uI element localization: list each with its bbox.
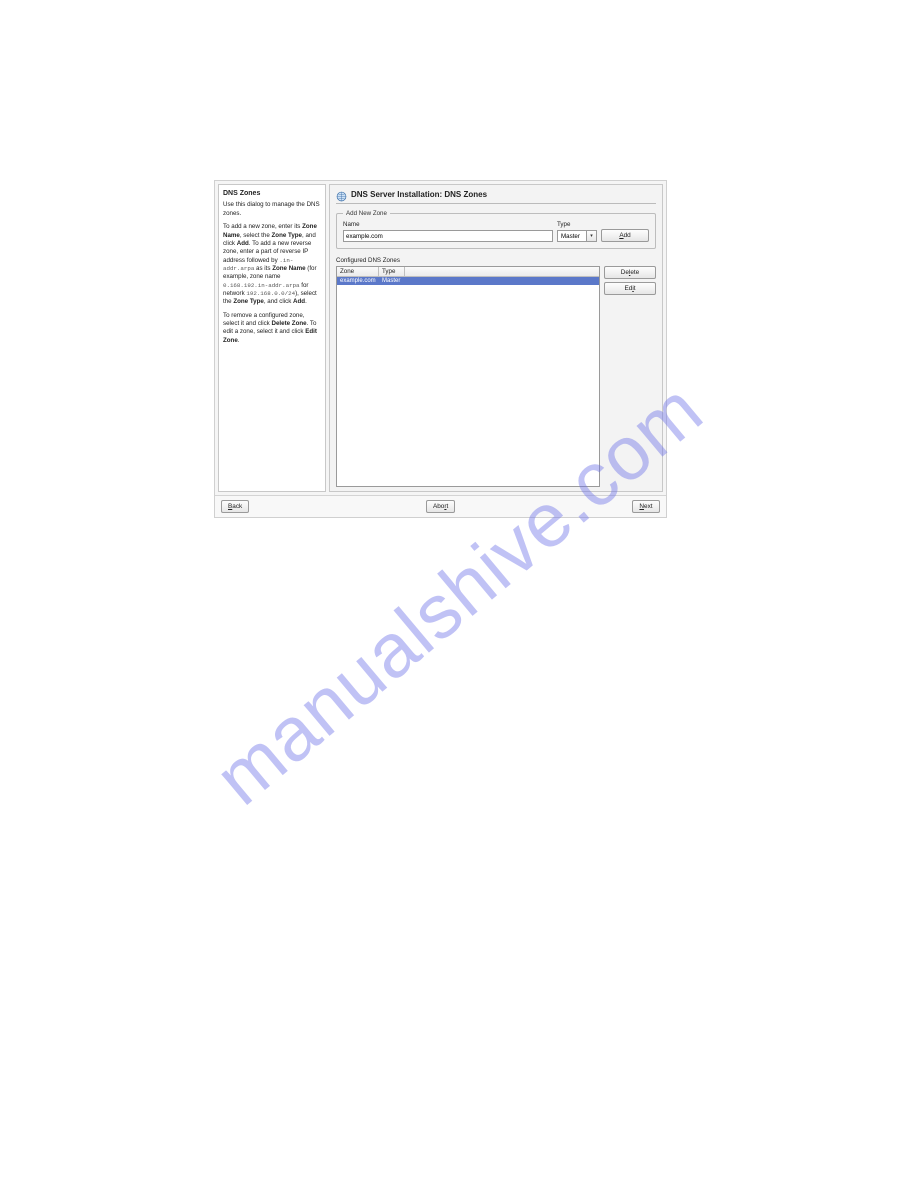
next-button[interactable]: Next <box>632 500 660 513</box>
back-button[interactable]: Back <box>221 500 249 513</box>
footer-bar: Back Abort Next <box>215 495 666 517</box>
help-panel: DNS Zones Use this dialog to manage the … <box>218 184 326 492</box>
page-title: DNS Server Installation: DNS Zones <box>351 190 487 199</box>
type-select[interactable]: Master ▾ <box>557 230 597 242</box>
globe-icon <box>336 189 347 200</box>
configured-zones-label: Configured DNS Zones <box>336 257 656 264</box>
zone-cell: example.com <box>337 277 379 285</box>
help-remove-zone: To remove a configured zone, select it a… <box>223 312 321 345</box>
zones-col-zone[interactable]: Zone <box>337 267 379 276</box>
zone-name-input[interactable] <box>343 230 553 242</box>
help-intro: Use this dialog to manage the DNS zones. <box>223 201 321 218</box>
name-label: Name <box>343 221 553 228</box>
abort-button[interactable]: Abort <box>426 500 455 513</box>
type-cell: Master <box>379 277 403 285</box>
table-row[interactable]: example.com Master <box>337 277 599 285</box>
help-title: DNS Zones <box>223 189 321 198</box>
two-column-layout: DNS Zones Use this dialog to manage the … <box>215 181 666 495</box>
delete-button[interactable]: Delete <box>604 266 656 279</box>
edit-button[interactable]: Edit <box>604 282 656 295</box>
main-panel: DNS Server Installation: DNS Zones Add N… <box>329 184 663 492</box>
title-row: DNS Server Installation: DNS Zones <box>336 189 656 204</box>
zones-table-header: Zone Type <box>337 267 599 277</box>
configured-zones-area: Zone Type example.com Master Delete <box>336 266 656 487</box>
add-button[interactable]: Add <box>601 229 649 242</box>
add-new-zone-group: Add New Zone Name Type Master ▾ <box>336 210 656 249</box>
add-new-zone-legend: Add New Zone <box>343 210 390 217</box>
yast-dns-window: DNS Zones Use this dialog to manage the … <box>214 180 667 518</box>
zones-table-body: example.com Master <box>337 277 599 285</box>
chevron-down-icon[interactable]: ▾ <box>587 230 597 242</box>
help-add-zone: To add a new zone, enter its Zone Name, … <box>223 223 321 307</box>
zones-table[interactable]: Zone Type example.com Master <box>336 266 600 487</box>
zones-side-buttons: Delete Edit <box>604 266 656 487</box>
type-label: Type <box>557 221 597 228</box>
type-select-value: Master <box>557 230 587 242</box>
zones-col-type[interactable]: Type <box>379 267 405 276</box>
